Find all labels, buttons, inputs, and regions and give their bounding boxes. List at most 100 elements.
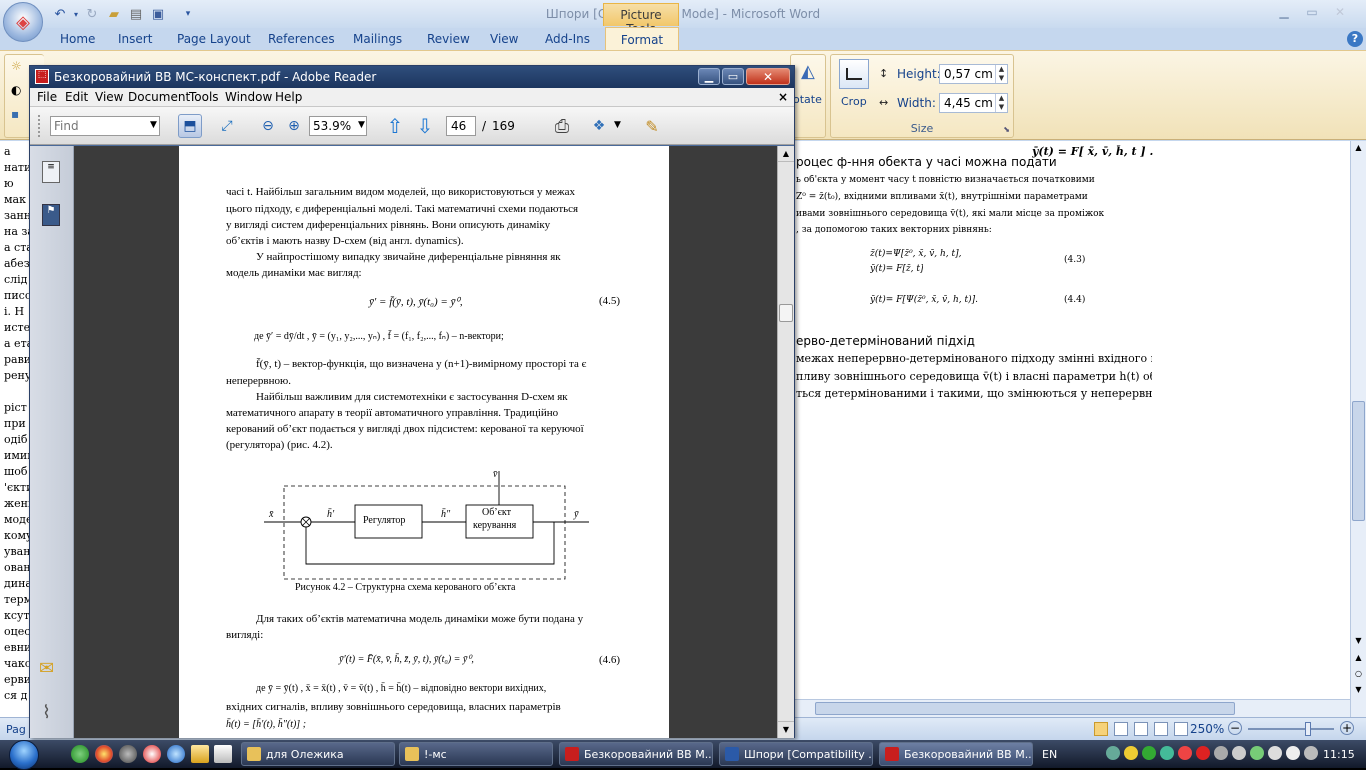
width-spinner[interactable]: ▲ ▼ bbox=[995, 94, 1007, 112]
document-close-icon[interactable]: × bbox=[778, 90, 788, 104]
task-folder-ms[interactable]: !-мс bbox=[399, 742, 553, 766]
rotate-button[interactable]: otate bbox=[793, 93, 822, 106]
menu-file[interactable]: File bbox=[37, 90, 57, 104]
help-icon[interactable]: ? bbox=[1347, 31, 1363, 47]
contrast-icon[interactable]: ◐ bbox=[11, 83, 21, 97]
zoom-in-icon-pdf[interactable]: ⊕ bbox=[282, 114, 306, 138]
page-number-input[interactable]: 46 bbox=[446, 116, 476, 136]
zoom-out-icon-pdf[interactable]: ⊖ bbox=[256, 114, 280, 138]
scroll-down-icon[interactable]: ▼ bbox=[1352, 636, 1365, 648]
share-dropdown-icon[interactable]: ▼ bbox=[614, 120, 621, 130]
pages-panel-icon[interactable]: ≡ bbox=[42, 161, 60, 183]
network-icon[interactable] bbox=[1106, 746, 1120, 760]
task-word[interactable]: Шпори [Compatibility ... bbox=[719, 742, 873, 766]
word-minimize-button[interactable]: ▁ bbox=[1272, 5, 1296, 21]
zoom-slider-handle[interactable] bbox=[1305, 722, 1311, 736]
size-dialog-launcher-icon[interactable]: ⬊ bbox=[1003, 125, 1010, 134]
tab-format[interactable]: Format bbox=[605, 27, 679, 51]
opera-icon[interactable] bbox=[143, 745, 161, 763]
tab-insert[interactable]: Insert bbox=[118, 32, 152, 46]
crop-button[interactable]: Crop bbox=[841, 95, 867, 108]
pdf-scroll-down-icon[interactable]: ▼ bbox=[778, 721, 794, 737]
media-icon[interactable] bbox=[119, 745, 137, 763]
height-spinner[interactable]: ▲ ▼ bbox=[995, 65, 1007, 83]
utorrent-icon[interactable] bbox=[71, 745, 89, 763]
share-icon[interactable]: ❖ bbox=[587, 114, 611, 138]
chrome-icon[interactable] bbox=[95, 745, 113, 763]
tray-misc-icon[interactable] bbox=[1214, 746, 1228, 760]
draft-icon[interactable] bbox=[1174, 722, 1188, 736]
word-horizontal-scrollbar[interactable] bbox=[795, 699, 1350, 717]
tab-add-ins[interactable]: Add-Ins bbox=[545, 32, 590, 46]
task-pdf-1[interactable]: Безкоровайний ВВ М... bbox=[559, 742, 713, 766]
tray-app-icon[interactable] bbox=[1196, 746, 1210, 760]
utorrent-tray-icon[interactable] bbox=[1142, 746, 1156, 760]
battery-icon[interactable] bbox=[1250, 746, 1264, 760]
word-scroll-thumb[interactable] bbox=[1352, 401, 1365, 521]
fit-width-icon[interactable]: ⤢ bbox=[215, 114, 239, 138]
antivirus-tray-icon[interactable] bbox=[1178, 746, 1192, 760]
tab-page-layout[interactable]: Page Layout bbox=[177, 32, 251, 46]
scroll-up-icon[interactable]: ▲ bbox=[1352, 143, 1365, 155]
width-input[interactable]: 4,45 cm ▲ ▼ bbox=[939, 93, 1008, 113]
tab-mailings[interactable]: Mailings bbox=[353, 32, 402, 46]
pdf-scroll-thumb[interactable] bbox=[779, 304, 793, 322]
find-dropdown-icon[interactable]: ▼ bbox=[150, 120, 157, 130]
word-hscroll-thumb[interactable] bbox=[815, 702, 1235, 715]
menu-edit[interactable]: Edit bbox=[65, 90, 88, 104]
task-folder-olezhyk[interactable]: для Олежика bbox=[241, 742, 395, 766]
fit-page-icon[interactable]: ⬒ bbox=[178, 114, 202, 138]
pdf-scroll-up-icon[interactable]: ▲ bbox=[778, 146, 794, 162]
folder-icon[interactable] bbox=[191, 745, 209, 763]
start-button[interactable] bbox=[3, 740, 45, 770]
word-close-button[interactable]: ✕ bbox=[1328, 5, 1352, 21]
select-browse-object-icon[interactable]: ○ bbox=[1352, 669, 1365, 681]
next-page-icon-pdf[interactable]: ⇩ bbox=[413, 114, 437, 138]
web-layout-icon[interactable] bbox=[1134, 722, 1148, 736]
show-desktop-icon[interactable] bbox=[214, 745, 232, 763]
action-center-icon[interactable] bbox=[1304, 746, 1318, 760]
brightness-icon[interactable]: ☼ bbox=[11, 59, 22, 73]
zoom-slider[interactable] bbox=[1248, 728, 1334, 730]
height-input[interactable]: 0,57 cm ▲ ▼ bbox=[939, 64, 1008, 84]
tab-references[interactable]: References bbox=[268, 32, 335, 46]
ie-icon[interactable] bbox=[167, 745, 185, 763]
menu-document[interactable]: Document bbox=[128, 90, 190, 104]
zoom-out-icon[interactable]: − bbox=[1228, 721, 1242, 735]
tab-review[interactable]: Review bbox=[427, 32, 470, 46]
zoom-in-icon[interactable]: + bbox=[1340, 721, 1354, 735]
adobe-maximize-button[interactable]: ▭ bbox=[722, 68, 744, 85]
tab-home[interactable]: Home bbox=[60, 32, 95, 46]
find-input[interactable] bbox=[50, 116, 160, 136]
comments-panel-icon[interactable]: ✉ bbox=[39, 658, 63, 679]
menu-view[interactable]: View bbox=[95, 90, 123, 104]
page-status[interactable]: Pag bbox=[6, 723, 26, 736]
prev-page-icon[interactable]: ▲ bbox=[1352, 653, 1365, 665]
menu-window[interactable]: Window bbox=[225, 90, 272, 104]
adobe-vertical-scrollbar[interactable]: ▲ ▼ bbox=[777, 146, 794, 738]
previous-page-icon[interactable]: ⇧ bbox=[383, 114, 407, 138]
print-layout-icon[interactable] bbox=[1094, 722, 1108, 736]
wifi-icon[interactable] bbox=[1268, 746, 1282, 760]
tab-view[interactable]: View bbox=[490, 32, 518, 46]
adobe-close-button[interactable]: ✕ bbox=[746, 68, 790, 85]
print-icon[interactable]: ⎙ bbox=[550, 114, 574, 138]
word-vertical-scrollbar[interactable]: ▲ ▼ ▲ ○ ▼ bbox=[1350, 141, 1366, 717]
zoom-dropdown-icon[interactable]: ▼ bbox=[358, 120, 365, 130]
language-indicator[interactable]: EN bbox=[1042, 748, 1057, 761]
next-page-icon[interactable]: ▼ bbox=[1352, 685, 1365, 697]
word-maximize-button[interactable]: ▭ bbox=[1300, 5, 1324, 21]
attachments-panel-icon[interactable]: ⌇ bbox=[42, 702, 62, 723]
full-screen-reading-icon[interactable] bbox=[1114, 722, 1128, 736]
security-icon[interactable] bbox=[1124, 746, 1138, 760]
outline-icon[interactable] bbox=[1154, 722, 1168, 736]
menu-tools[interactable]: Tools bbox=[189, 90, 219, 104]
usb-icon[interactable] bbox=[1232, 746, 1246, 760]
zoom-level[interactable]: 250% bbox=[1190, 722, 1224, 736]
skype-tray-icon[interactable] bbox=[1160, 746, 1174, 760]
bookmarks-panel-icon[interactable]: ⚑ bbox=[42, 204, 60, 226]
recolor-icon[interactable]: ▪ bbox=[11, 107, 19, 121]
task-pdf-2[interactable]: Безкоровайний ВВ М... bbox=[879, 742, 1033, 766]
menu-help[interactable]: Help bbox=[275, 90, 302, 104]
adobe-minimize-button[interactable]: ▁ bbox=[698, 68, 720, 85]
